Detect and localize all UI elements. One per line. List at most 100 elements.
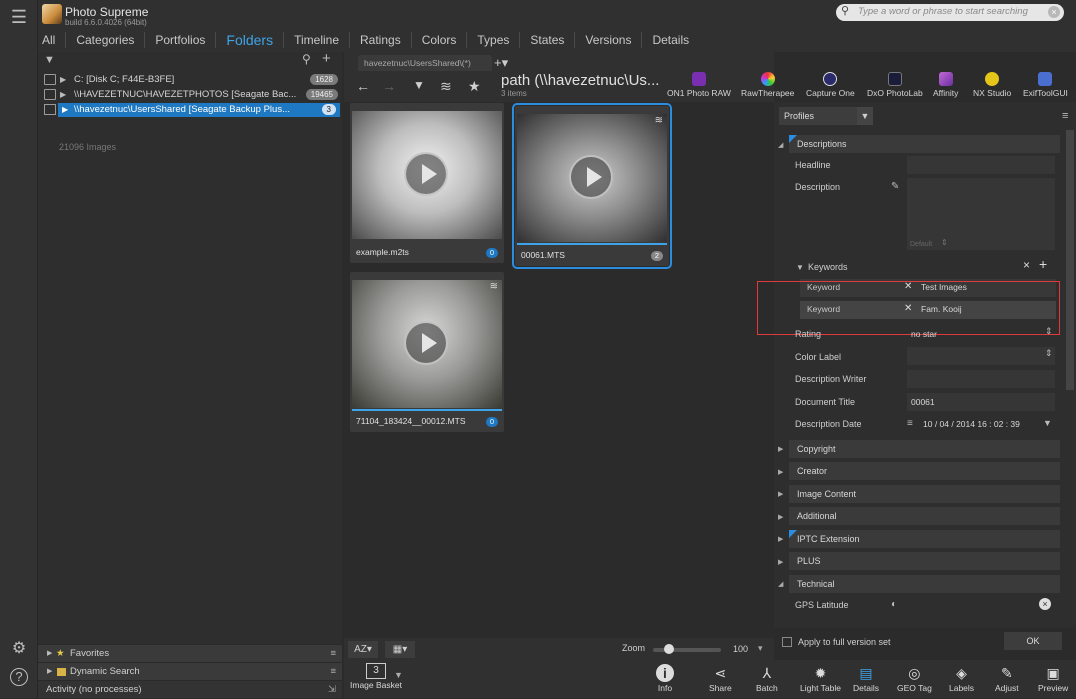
apply-checkbox[interactable]	[782, 637, 792, 647]
tab-folders[interactable]: Folders	[215, 32, 283, 48]
sort-button[interactable]: AZ▾	[348, 641, 378, 658]
thumbnail-example-m2ts[interactable]: example.m2ts 0	[350, 103, 504, 263]
dynamic-search-section[interactable]: ▶ Dynamic Search ≡	[38, 662, 342, 680]
clear-field-icon[interactable]: ×	[1039, 598, 1051, 610]
chevron-down-icon[interactable]: ▼	[394, 670, 403, 680]
tab-states[interactable]: States	[519, 32, 574, 48]
section-iptc-extension[interactable]: IPTC Extension	[789, 530, 1060, 548]
thumbnail-00012-mts[interactable]: ≋ 71104_183424__00012.MTS 0	[350, 272, 504, 432]
tab-timeline[interactable]: Timeline	[283, 32, 349, 48]
tab-types[interactable]: Types	[466, 32, 519, 48]
section-descriptions[interactable]: Descriptions	[789, 135, 1060, 153]
clear-search-icon[interactable]: ×	[1048, 6, 1060, 18]
filter-icon[interactable]: ▼	[413, 78, 425, 92]
forward-arrow-icon[interactable]: →	[382, 78, 396, 94]
expand-arrow-icon[interactable]: ▶	[778, 490, 783, 498]
favorites-section[interactable]: ▶ ★ Favorites ≡	[38, 644, 342, 662]
section-creator[interactable]: Creator	[789, 462, 1060, 480]
ok-button[interactable]: OK	[1004, 632, 1062, 650]
hamburger-menu-icon[interactable]: ☰	[8, 6, 30, 28]
adjust-button[interactable]: ✎ Adjust	[995, 664, 1019, 693]
share-button[interactable]: ⋖ Share	[709, 664, 732, 693]
settings-gear-icon[interactable]: ⚙	[8, 638, 30, 660]
rating-field[interactable]: no star	[907, 325, 1055, 343]
expand-arrow-icon[interactable]: ▶	[778, 445, 783, 453]
tree-item-usersshared[interactable]: ▶ \\havezetnuc\UsersShared [Seagate Back…	[58, 103, 340, 117]
description-writer-field[interactable]	[907, 370, 1055, 388]
globe-icon[interactable]: ◐	[891, 599, 897, 610]
search-input[interactable]: ⚲ Type a word or phrase to start searchi…	[836, 4, 1064, 21]
expand-arrow-icon[interactable]: ▶	[778, 513, 783, 521]
section-copyright[interactable]: Copyright	[789, 440, 1060, 458]
stepper-icon[interactable]: ⇕	[1045, 326, 1053, 337]
preview-button[interactable]: ▣ Preview	[1038, 664, 1068, 693]
collapse-arrow-icon[interactable]: ▼	[796, 263, 804, 272]
batch-button[interactable]: ⅄ Batch	[756, 664, 778, 693]
section-plus[interactable]: PLUS	[789, 552, 1060, 570]
app-dxo-photolab[interactable]: DxO PhotoLab	[867, 72, 923, 98]
back-arrow-icon[interactable]: ←	[356, 78, 370, 94]
tab-versions[interactable]: Versions	[574, 32, 641, 48]
expand-arrow-icon[interactable]: ▶	[62, 103, 68, 117]
light-table-button[interactable]: ✹ Light Table	[800, 664, 841, 693]
zoom-slider-handle[interactable]	[664, 644, 674, 654]
stepper-icon[interactable]: ⇕	[941, 238, 948, 247]
edit-pencil-icon[interactable]: ✎	[891, 181, 899, 192]
tab-categories[interactable]: Categories	[65, 32, 144, 48]
add-tab-icon[interactable]: +▾	[494, 55, 508, 71]
play-icon[interactable]	[569, 155, 613, 199]
headline-field[interactable]	[907, 156, 1055, 174]
expand-arrow-icon[interactable]: ▶	[778, 468, 783, 476]
calendar-menu-icon[interactable]: ≡	[907, 418, 913, 429]
tree-item-havezetphotos[interactable]: ▶ \\HAVEZETNUC\HAVEZETPHOTOS [Seagate Ba…	[40, 88, 342, 102]
chevron-down-icon[interactable]: ▾	[758, 643, 763, 654]
path-tab[interactable]: havezetnuc\UsersShared\(*)	[358, 55, 492, 71]
tab-ratings[interactable]: Ratings	[349, 32, 411, 48]
color-label-field[interactable]	[907, 347, 1055, 365]
play-icon[interactable]	[404, 152, 448, 196]
tab-colors[interactable]: Colors	[410, 32, 467, 48]
collapse-arrow-icon[interactable]: ◢	[778, 141, 783, 149]
geo-tag-button[interactable]: ◎ GEO Tag	[897, 664, 932, 693]
document-title-field[interactable]: 00061	[907, 393, 1055, 411]
tab-details[interactable]: Details	[641, 32, 699, 48]
expand-arrow-icon[interactable]: ▶	[60, 73, 66, 87]
filter-icon[interactable]: ▼	[44, 54, 55, 66]
view-mode-button[interactable]: ▦▾	[385, 641, 415, 658]
menu-icon[interactable]: ≡	[330, 645, 336, 663]
section-technical[interactable]: Technical	[789, 575, 1060, 593]
app-nx-studio[interactable]: NX Studio	[973, 72, 1011, 98]
add-folder-icon[interactable]: +	[322, 50, 331, 67]
app-rawtherapee[interactable]: RawTherapee	[741, 72, 794, 98]
tree-item-disk-c[interactable]: ▶ C: [Disk C; F44E-B3FE] 1628	[40, 73, 342, 87]
chevron-down-icon[interactable]: ▼	[1043, 418, 1052, 428]
tab-portfolios[interactable]: Portfolios	[144, 32, 215, 48]
labels-button[interactable]: ◈ Labels	[949, 664, 974, 693]
external-link-icon[interactable]: ⇲	[328, 681, 336, 699]
panel-menu-icon[interactable]: ≡	[1062, 110, 1068, 122]
info-button[interactable]: i Info	[656, 664, 674, 693]
thumbnail-00061-mts[interactable]: ≋ 00061.MTS 2	[512, 103, 672, 269]
star-icon[interactable]: ★	[468, 78, 481, 95]
stack-icon[interactable]: ≋	[440, 78, 452, 95]
expand-arrow-icon[interactable]: ▶	[60, 88, 66, 102]
section-image-content[interactable]: Image Content	[789, 485, 1060, 503]
details-button[interactable]: ▤ Details	[853, 664, 879, 693]
search-folder-icon[interactable]: ⚲	[302, 52, 311, 66]
chevron-down-icon[interactable]: ▼	[857, 107, 873, 125]
expand-arrow-icon[interactable]: ▶	[778, 558, 783, 566]
section-additional[interactable]: Additional	[789, 507, 1060, 525]
description-field[interactable]	[907, 178, 1055, 250]
app-capture-one[interactable]: Capture One	[806, 72, 855, 98]
expand-arrow-icon[interactable]: ▶	[778, 535, 783, 543]
app-on1-photo-raw[interactable]: ON1 Photo RAW	[667, 72, 731, 98]
menu-icon[interactable]: ≡	[330, 663, 336, 681]
tab-all[interactable]: All	[38, 32, 65, 48]
app-affinity[interactable]: Affinity	[933, 72, 958, 98]
collapse-arrow-icon[interactable]: ◢	[778, 580, 783, 588]
play-icon[interactable]	[404, 321, 448, 365]
add-keyword-icon[interactable]: +	[1039, 256, 1047, 272]
description-date-field[interactable]: 10 / 04 / 2014 16 : 02 : 39	[919, 415, 1055, 433]
help-icon[interactable]: ?	[10, 668, 28, 686]
remove-keyword-icon[interactable]: ×	[1023, 258, 1030, 272]
